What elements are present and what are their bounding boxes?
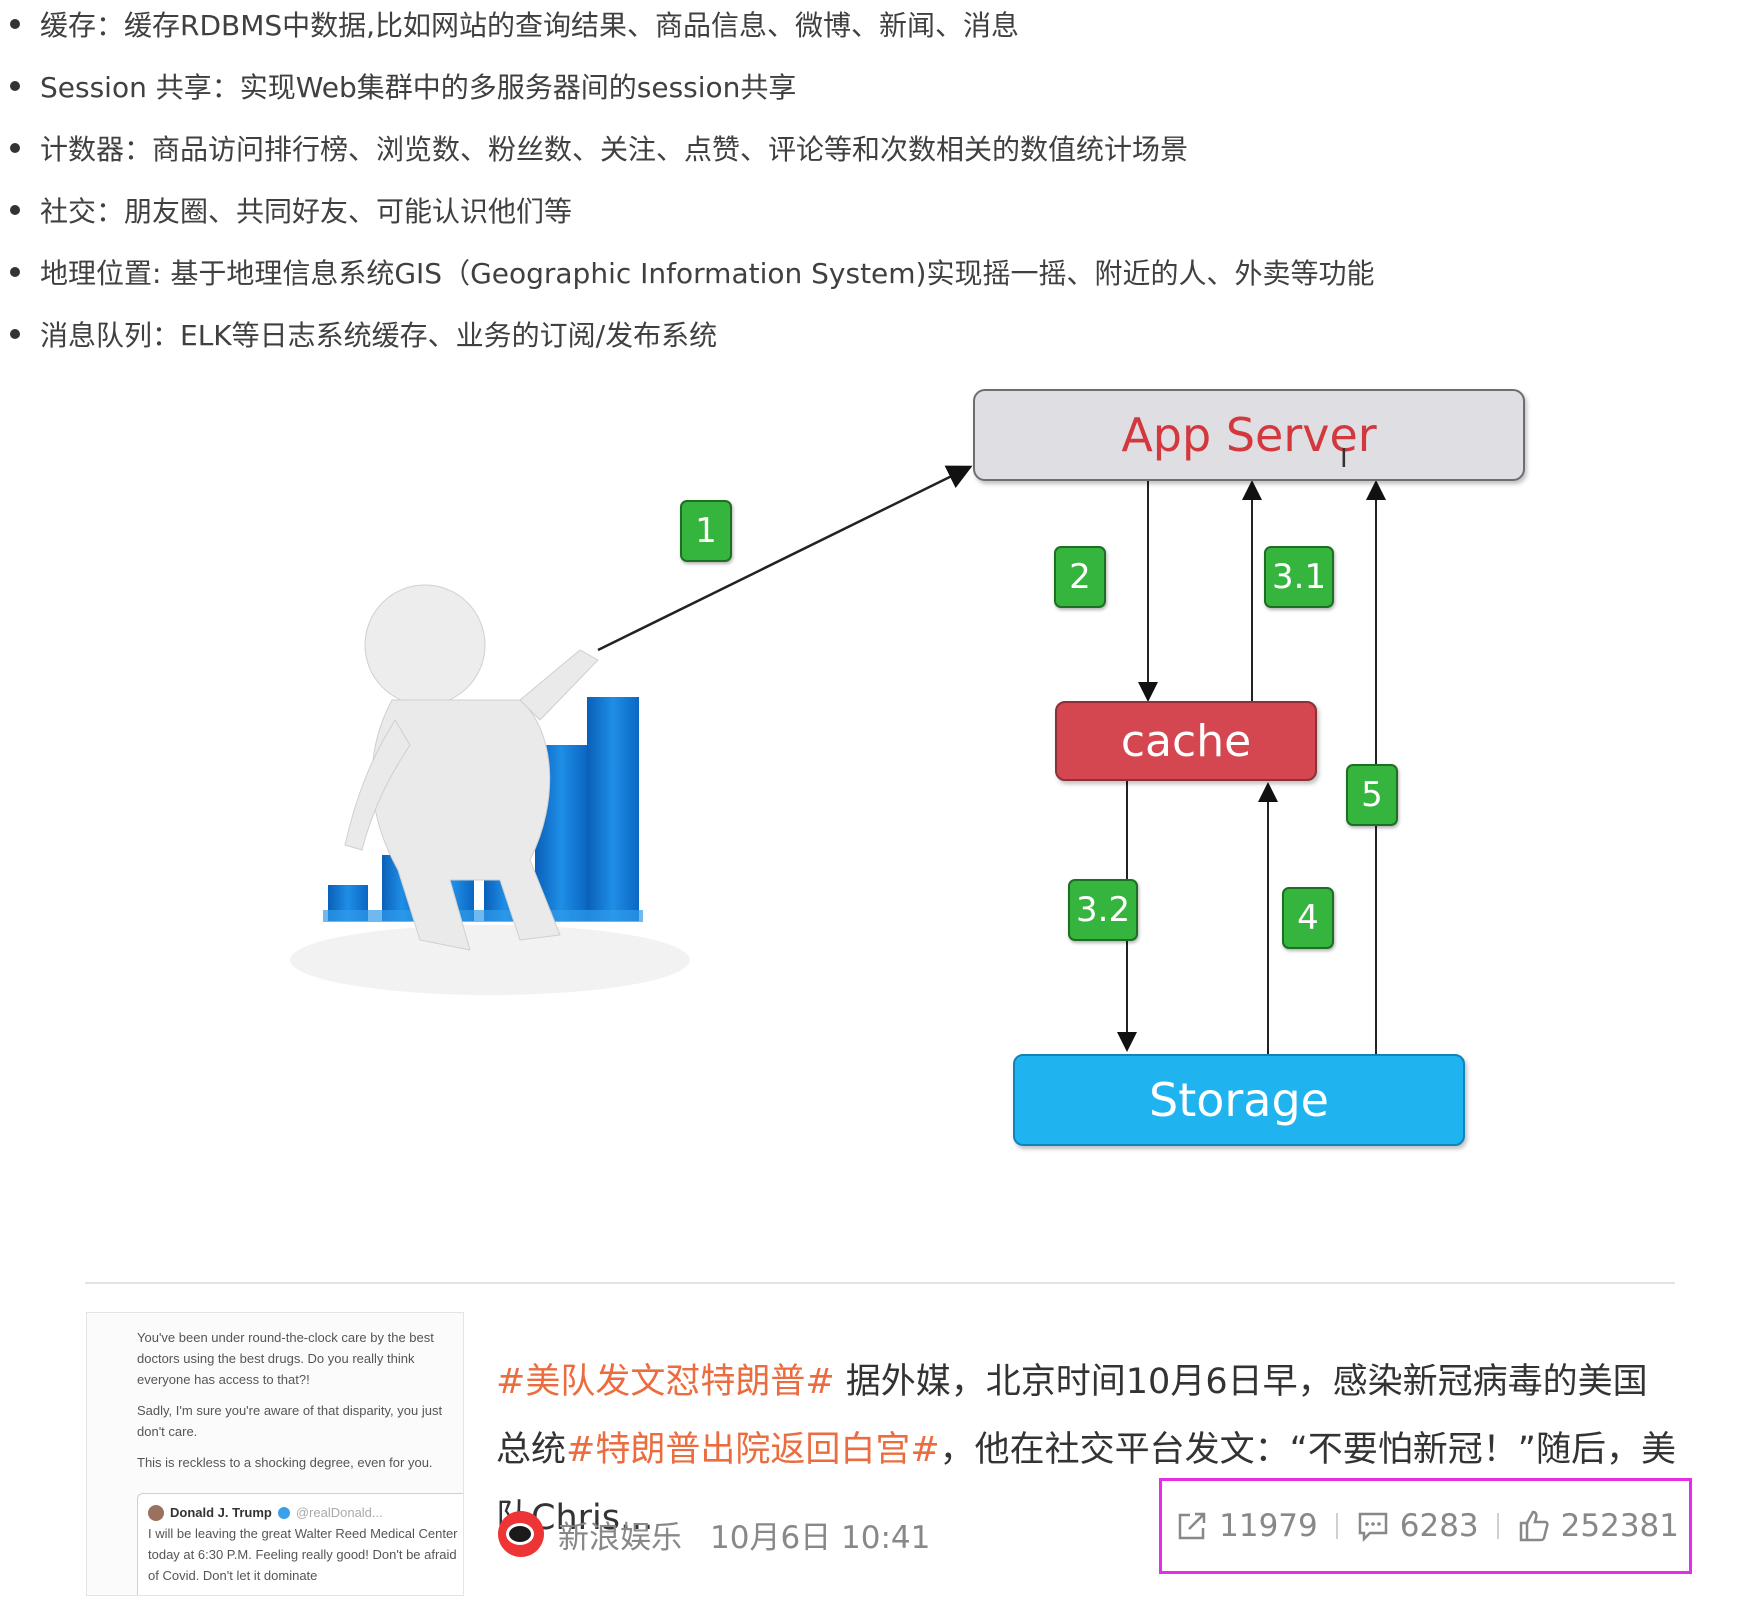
step-label-2: 2: [1054, 546, 1106, 608]
stat-separator: [1335, 1513, 1338, 1539]
publish-time: 10月6日 10:41: [710, 1519, 931, 1556]
cache-box: cache: [1055, 701, 1317, 781]
stat-separator: [1496, 1513, 1499, 1539]
comment-button[interactable]: 6283: [1356, 1508, 1479, 1544]
comment-count: 6283: [1399, 1508, 1479, 1544]
avatar: [148, 1504, 164, 1521]
engagement-stats: 11979 6283 252381: [1175, 1481, 1679, 1571]
hashtag-link[interactable]: #美队发文怼特朗普#: [496, 1362, 835, 1402]
embedded-tweet: Donald J. Trump @realDonald... I will be…: [137, 1493, 463, 1595]
hashtag-link[interactable]: #特朗普出院返回白宫#: [566, 1430, 940, 1470]
comment-icon: [1358, 1512, 1387, 1543]
share-button[interactable]: 11979: [1175, 1508, 1318, 1544]
arrow-1: [597, 465, 973, 652]
thumbnail-text: Sadly, I'm sure you're aware of that dis…: [137, 1403, 443, 1439]
thumbs-up-icon: [1519, 1510, 1549, 1542]
step-label-4: 4: [1282, 887, 1334, 949]
step-label-3-2: 3.2: [1068, 879, 1139, 941]
presenter-figure-illustration: [290, 584, 690, 995]
section-divider: [85, 1282, 1675, 1284]
tweet-text: I will be leaving the great Walter Reed …: [148, 1526, 458, 1583]
like-button[interactable]: 252381: [1517, 1508, 1679, 1544]
like-count: 252381: [1560, 1508, 1679, 1544]
step-label-1: 1: [680, 500, 732, 562]
step-label-5: 5: [1346, 764, 1398, 826]
share-icon: [1178, 1512, 1206, 1540]
app-server-box: App Server: [973, 389, 1525, 481]
storage-box: Storage: [1013, 1054, 1465, 1146]
share-count: 11979: [1219, 1508, 1318, 1544]
verified-badge-icon: [277, 1506, 290, 1519]
cache-architecture-diagram: App Server cache Storage 1 2 3.1 3.2 4 5…: [0, 0, 1737, 1200]
news-thumbnail[interactable]: You've been under round-the-clock care b…: [86, 1312, 464, 1596]
stats-highlight-box: 11979 6283 252381: [1159, 1478, 1692, 1574]
tweet-handle: @realDonald...: [295, 1505, 383, 1520]
diagram-graphics: [290, 465, 1386, 1054]
thumbnail-text: You've been under round-the-clock care b…: [137, 1330, 434, 1387]
step-label-3-1: 3.1: [1264, 546, 1335, 608]
sina-logo-icon[interactable]: [498, 1511, 544, 1557]
source-name[interactable]: 新浪娱乐: [558, 1512, 682, 1557]
text-cursor-icon: I: [1340, 444, 1348, 474]
tweet-header: Donald J. Trump @realDonald...: [148, 1502, 463, 1523]
news-source-row: 新浪娱乐 10月6日 10:41: [498, 1506, 930, 1562]
thumbnail-text: This is reckless to a shocking degree, e…: [137, 1455, 433, 1470]
tweet-author: Donald J. Trump: [170, 1505, 272, 1520]
